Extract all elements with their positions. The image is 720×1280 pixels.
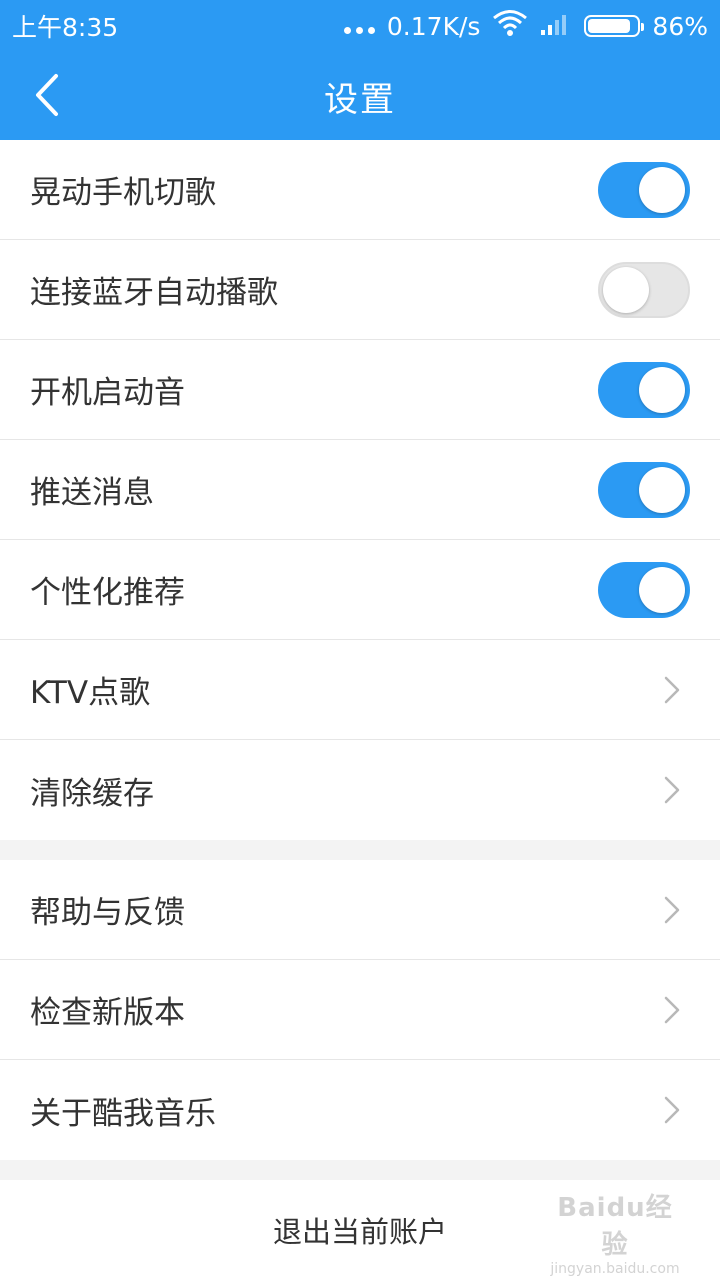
network-speed: 0.17K/s xyxy=(386,11,481,41)
setting-link-row[interactable]: 帮助与反馈 xyxy=(0,860,720,960)
signal-icon xyxy=(540,10,572,42)
toggle-switch[interactable] xyxy=(598,261,690,318)
toggle-knob xyxy=(639,566,685,613)
chevron-right-icon xyxy=(660,1090,684,1130)
toggle-knob xyxy=(639,466,685,513)
setting-link-row[interactable]: 清除缓存 xyxy=(0,740,720,840)
toggle-switch[interactable] xyxy=(598,461,690,518)
setting-label: 连接蓝牙自动播歌 xyxy=(30,275,278,311)
setting-toggle-row[interactable]: 晃动手机切歌 xyxy=(0,140,720,240)
toggle-switch[interactable] xyxy=(598,161,690,218)
logout-label: 退出当前账户 xyxy=(272,1215,447,1249)
chevron-left-icon xyxy=(36,74,58,116)
nav-bar: 设置 xyxy=(0,52,720,140)
more-dots-icon xyxy=(343,26,375,34)
setting-link-row[interactable]: 关于酷我音乐 xyxy=(0,1060,720,1160)
toggle-knob xyxy=(603,266,649,313)
watermark-logo: Baidu经验 xyxy=(557,1193,673,1260)
setting-toggle-row[interactable]: 连接蓝牙自动播歌 xyxy=(0,240,720,340)
wifi-icon xyxy=(492,9,528,43)
page-title: 设置 xyxy=(324,79,396,120)
chevron-right-icon xyxy=(660,990,684,1030)
toggle-knob xyxy=(639,366,685,413)
chevron-right-icon xyxy=(660,890,684,930)
setting-toggle-row[interactable]: 推送消息 xyxy=(0,440,720,540)
toggle-knob xyxy=(639,166,685,213)
setting-toggle-row[interactable]: 个性化推荐 xyxy=(0,540,720,640)
setting-link-row[interactable]: KTV点歌 xyxy=(0,640,720,740)
setting-link-row[interactable]: 检查新版本 xyxy=(0,960,720,1060)
toggle-switch[interactable] xyxy=(598,561,690,618)
status-time: 上午8:35 xyxy=(12,13,119,42)
toggle-switch[interactable] xyxy=(598,361,690,418)
back-button[interactable] xyxy=(22,70,72,120)
setting-toggle-row[interactable]: 开机启动音 xyxy=(0,340,720,440)
setting-label: 帮助与反馈 xyxy=(30,895,185,931)
setting-label: 关于酷我音乐 xyxy=(30,1095,216,1132)
battery-icon xyxy=(584,15,645,37)
setting-label: 清除缓存 xyxy=(30,775,154,812)
settings-group-1: 晃动手机切歌连接蓝牙自动播歌 开机启动音推送消息个性化推荐 KTV点歌清除缓存 xyxy=(0,140,720,840)
setting-label: 个性化推荐 xyxy=(30,575,185,611)
watermark-url: jingyan.baidu.com xyxy=(550,1261,680,1277)
setting-label: 开机启动音 xyxy=(30,375,185,411)
chevron-right-icon xyxy=(660,670,684,710)
status-right: 0.17K/s 86% xyxy=(343,9,708,43)
setting-label: KTV点歌 xyxy=(30,675,151,711)
setting-label: 检查新版本 xyxy=(30,995,185,1031)
battery-percent: 86% xyxy=(652,11,708,41)
settings-group-2: 帮助与反馈检查新版本关于酷我音乐 xyxy=(0,860,720,1160)
status-bar: 上午8:35 0.17K/s 86% xyxy=(0,0,720,52)
setting-label: 晃动手机切歌 xyxy=(30,175,216,211)
watermark: Baidu经验 jingyan.baidu.com xyxy=(550,1193,680,1277)
chevron-right-icon xyxy=(660,770,684,810)
setting-label: 推送消息 xyxy=(30,475,154,511)
